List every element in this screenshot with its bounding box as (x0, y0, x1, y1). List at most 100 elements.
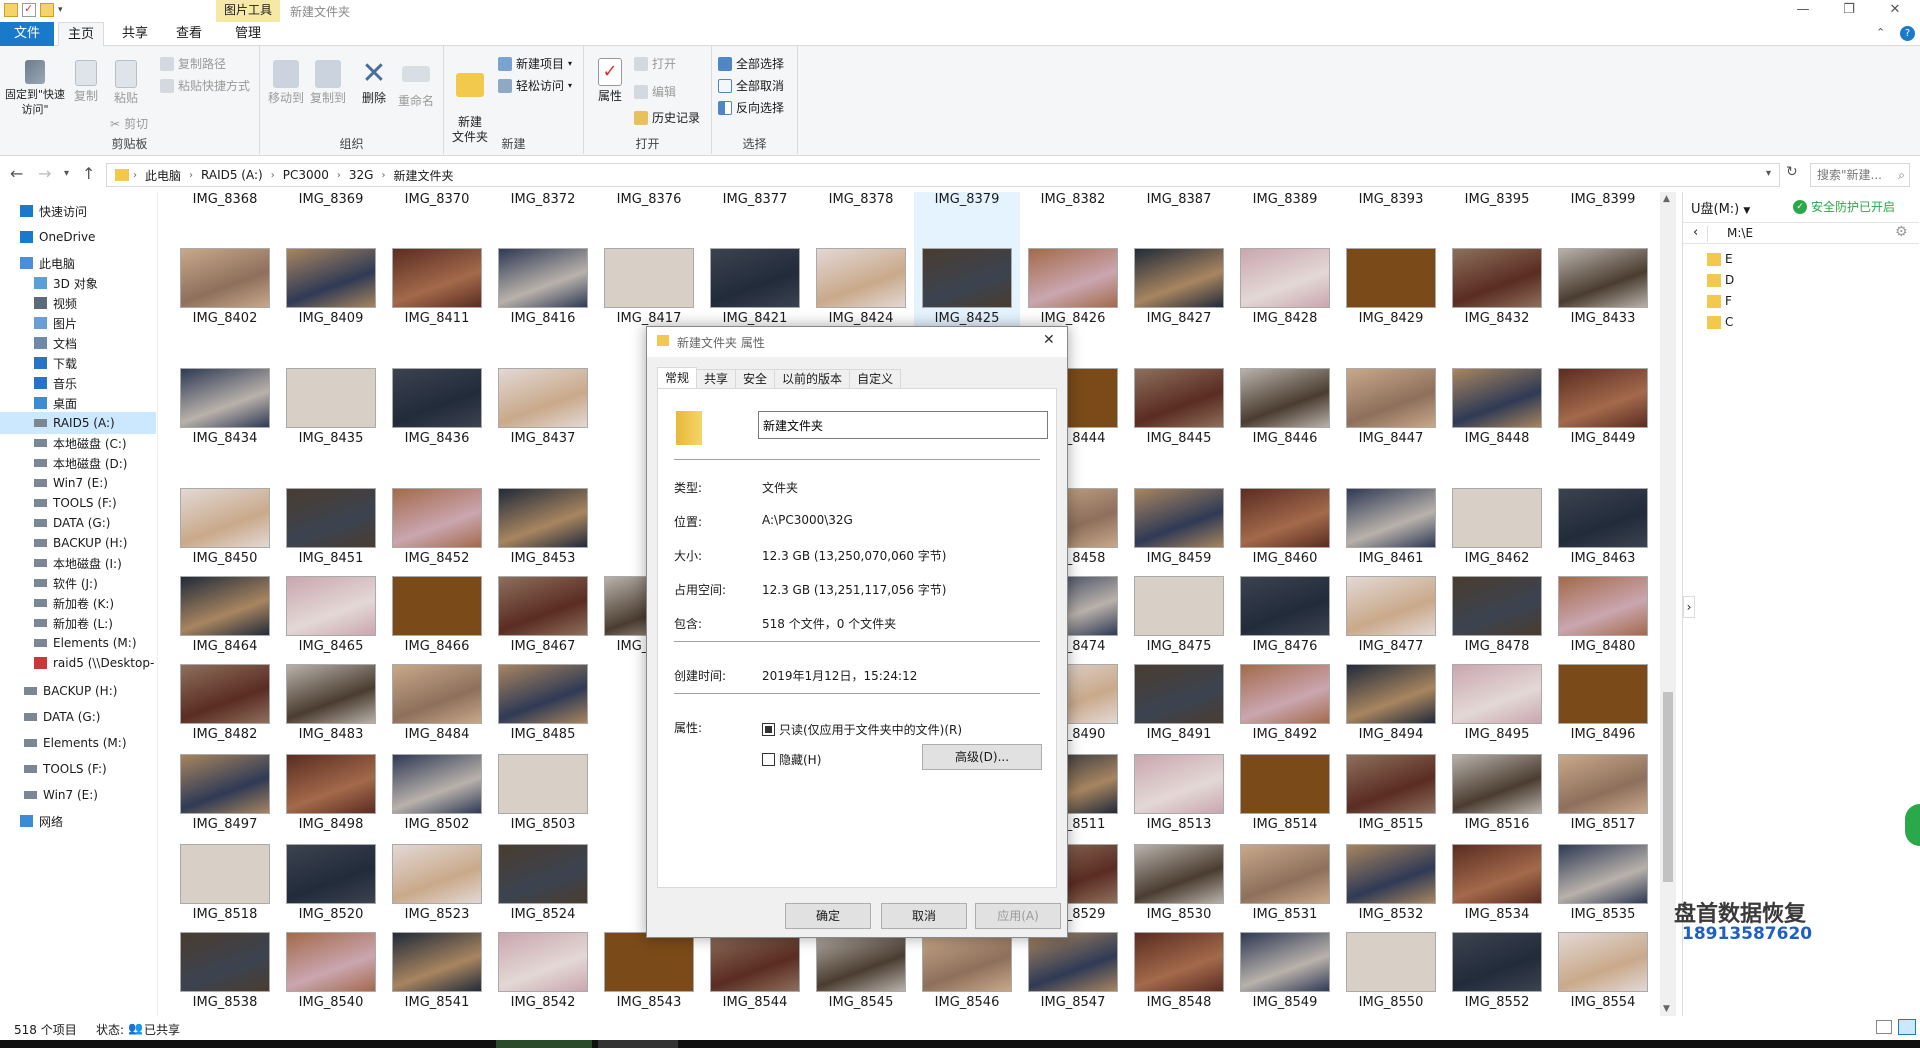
file-item[interactable]: IMG_8502 (384, 754, 490, 832)
file-item[interactable]: IMG_8478 (1444, 576, 1550, 654)
sidebar-item-2[interactable]: 此电脑 (0, 252, 156, 274)
search-input[interactable]: 搜索"新建... ⌕ (1810, 163, 1910, 187)
refresh-icon[interactable]: ↻ (1786, 164, 1798, 180)
dialog-close-icon[interactable]: ✕ (1043, 332, 1055, 348)
file-item[interactable]: IMG_8447 (1338, 368, 1444, 446)
file-item[interactable]: IMG_8513 (1126, 754, 1232, 832)
sidebar-item-16[interactable]: BACKUP (H:) (0, 532, 156, 554)
rename-button[interactable]: 重命名 (396, 60, 436, 109)
file-item[interactable]: IMG_8452 (384, 488, 490, 566)
sidebar-item-1[interactable]: OneDrive (0, 226, 156, 248)
file-item[interactable]: IMG_8465 (278, 576, 384, 654)
file-item[interactable]: IMG_8378 (808, 192, 914, 207)
address-box[interactable]: › 此电脑 › RAID5 (A:) › PC3000 › 32G › 新建文件… (106, 163, 1780, 187)
file-item[interactable]: IMG_8543 (596, 932, 702, 1010)
address-dropdown-chevron-icon[interactable]: ▾ (1766, 168, 1771, 179)
sidebar-item-4[interactable]: 视频 (0, 292, 156, 314)
chevron-down-icon[interactable]: ▾ (58, 3, 63, 17)
file-item[interactable]: IMG_8491 (1126, 664, 1232, 742)
file-item[interactable]: IMG_8425 (914, 248, 1020, 326)
move-to-button[interactable]: 移动到 (266, 60, 306, 106)
sidebar-item-18[interactable]: 软件 (J:) (0, 572, 156, 594)
file-item[interactable]: IMG_8417 (596, 248, 702, 326)
tab-security[interactable]: 安全 (735, 369, 776, 389)
vertical-scrollbar[interactable]: ▲ ▼ (1660, 192, 1676, 1016)
copy-to-button[interactable]: 复制到 (308, 60, 348, 106)
tab-manage[interactable]: 管理 (220, 22, 276, 46)
file-item[interactable]: IMG_8393 (1338, 192, 1444, 207)
file-item[interactable]: IMG_8436 (384, 368, 490, 446)
usb-folder-item[interactable]: F (1707, 294, 1732, 308)
file-item[interactable]: IMG_8459 (1126, 488, 1232, 566)
help-icon[interactable]: ? (1900, 26, 1915, 41)
file-item[interactable]: IMG_8496 (1550, 664, 1656, 742)
breadcrumb-raid5[interactable]: RAID5 (A:) (193, 168, 271, 182)
file-item[interactable]: IMG_8427 (1126, 248, 1232, 326)
sidebar-item-22[interactable]: raid5 (\\Desktop- (0, 652, 156, 674)
delete-button[interactable]: ✕ 删除 (356, 59, 392, 106)
file-item[interactable]: IMG_8421 (702, 248, 808, 326)
file-item[interactable]: IMG_8520 (278, 844, 384, 922)
file-item[interactable]: IMG_8368 (172, 192, 278, 207)
file-item[interactable]: IMG_8552 (1444, 932, 1550, 1010)
file-item[interactable]: IMG_8516 (1444, 754, 1550, 832)
folder-name-input[interactable] (758, 411, 1048, 439)
collapse-ribbon-icon[interactable]: ⌃ (1876, 26, 1885, 39)
new-item-button[interactable]: 新建项目 ▾ (498, 54, 572, 74)
file-item[interactable]: IMG_8428 (1232, 248, 1338, 326)
expand-panel-chevron-icon[interactable]: › (1683, 596, 1695, 618)
file-item[interactable]: IMG_8445 (1126, 368, 1232, 446)
file-item[interactable]: IMG_8399 (1550, 192, 1656, 207)
sidebar-item-24[interactable]: DATA (G:) (0, 706, 156, 728)
sidebar-item-9[interactable]: 桌面 (0, 392, 156, 414)
apply-button[interactable]: 应用(A) (975, 903, 1061, 929)
breadcrumb-32g[interactable]: 32G (341, 168, 382, 182)
sidebar-item-0[interactable]: 快速访问 (0, 200, 156, 222)
properties-button[interactable]: ✓ 属性 (592, 58, 628, 104)
scroll-down-arrow-icon[interactable]: ▼ (1663, 1004, 1670, 1014)
sidebar-item-25[interactable]: Elements (M:) (0, 732, 156, 754)
usb-drive-selector[interactable]: U盘(M:) ▼ (1691, 198, 1750, 217)
file-item[interactable]: IMG_8542 (490, 932, 596, 1010)
file-item[interactable]: IMG_8435 (278, 368, 384, 446)
sidebar-item-3[interactable]: 3D 对象 (0, 272, 156, 294)
file-item[interactable]: IMG_8494 (1338, 664, 1444, 742)
file-item[interactable]: IMG_8554 (1550, 932, 1656, 1010)
tab-sharing[interactable]: 共享 (696, 369, 737, 389)
file-item[interactable]: IMG_8535 (1550, 844, 1656, 922)
tab-share[interactable]: 共享 (112, 22, 158, 46)
sidebar-item-17[interactable]: 本地磁盘 (I:) (0, 552, 156, 574)
file-item[interactable]: IMG_8462 (1444, 488, 1550, 566)
file-item[interactable]: IMG_8382 (1020, 192, 1126, 207)
file-item[interactable]: IMG_8545 (808, 932, 914, 1010)
paste-shortcut-button[interactable]: 粘贴快捷方式 (160, 76, 250, 96)
open-button[interactable]: 打开 (634, 54, 676, 74)
file-item[interactable]: IMG_8547 (1020, 932, 1126, 1010)
file-item[interactable]: IMG_8476 (1232, 576, 1338, 654)
sidebar-item-20[interactable]: 新加卷 (L:) (0, 612, 156, 634)
sidebar-item-19[interactable]: 新加卷 (K:) (0, 592, 156, 614)
file-item[interactable]: IMG_8530 (1126, 844, 1232, 922)
forward-arrow-icon[interactable]: → (38, 164, 51, 183)
sidebar-item-26[interactable]: TOOLS (F:) (0, 758, 156, 780)
file-item[interactable]: IMG_8538 (172, 932, 278, 1010)
file-item[interactable]: IMG_8464 (172, 576, 278, 654)
file-item[interactable]: IMG_8409 (278, 248, 384, 326)
details-view-icon[interactable] (1876, 1020, 1892, 1034)
green-floating-widget[interactable] (1905, 804, 1920, 846)
file-item[interactable]: IMG_8449 (1550, 368, 1656, 446)
file-item[interactable]: IMG_8411 (384, 248, 490, 326)
file-item[interactable]: IMG_8540 (278, 932, 384, 1010)
pin-quick-access-button[interactable]: 固定到"快速访问" (4, 60, 66, 117)
readonly-checkbox[interactable]: 只读(仅应用于文件夹中的文件)(R) (762, 721, 962, 738)
select-none-button[interactable]: 全部取消 (718, 76, 784, 96)
breadcrumb-new-folder[interactable]: 新建文件夹 (385, 167, 461, 184)
file-item[interactable]: IMG_8523 (384, 844, 490, 922)
tab-view[interactable]: 查看 (166, 22, 212, 46)
file-item[interactable]: IMG_8369 (278, 192, 384, 207)
file-item[interactable]: IMG_8534 (1444, 844, 1550, 922)
sidebar-item-27[interactable]: Win7 (E:) (0, 784, 156, 806)
back-chevron-icon[interactable]: ‹ (1693, 225, 1698, 240)
file-item[interactable]: IMG_8429 (1338, 248, 1444, 326)
file-item[interactable]: IMG_8531 (1232, 844, 1338, 922)
